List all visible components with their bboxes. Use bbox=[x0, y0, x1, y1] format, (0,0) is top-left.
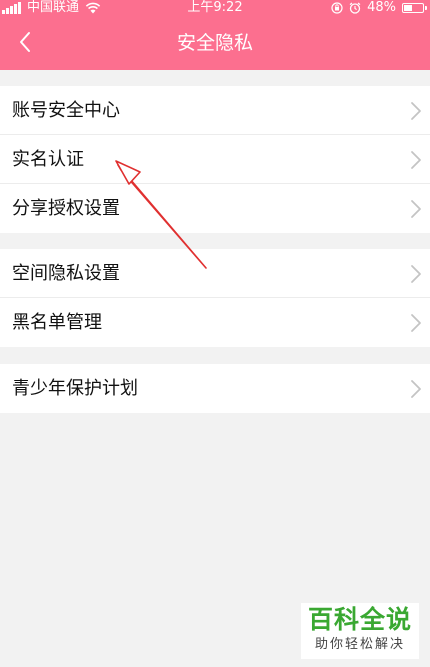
chevron-right-icon bbox=[411, 265, 421, 283]
watermark-logo: 百科全说 助你轻松解决 bbox=[301, 603, 419, 659]
chevron-right-icon bbox=[411, 314, 421, 332]
chevron-right-icon bbox=[411, 380, 421, 398]
orientation-lock-icon bbox=[331, 2, 343, 14]
menu-item-label: 实名认证 bbox=[12, 149, 84, 170]
chevron-right-icon bbox=[411, 200, 421, 218]
menu-item-label: 黑名单管理 bbox=[12, 312, 102, 333]
settings-group-youth: 青少年保护计划 bbox=[0, 364, 430, 413]
menu-item-share-authorization[interactable]: 分享授权设置 bbox=[0, 184, 430, 233]
status-bar: 中国联通 上午9:22 48% bbox=[0, 0, 430, 16]
status-right: 48% bbox=[331, 0, 427, 16]
menu-item-blacklist[interactable]: 黑名单管理 bbox=[0, 298, 430, 347]
settings-group-account: 账号安全中心 实名认证 分享授权设置 bbox=[0, 86, 430, 233]
header-bar: 中国联通 上午9:22 48% 安全隐私 bbox=[0, 0, 430, 70]
menu-item-youth-protection[interactable]: 青少年保护计划 bbox=[0, 364, 430, 413]
menu-item-label: 分享授权设置 bbox=[12, 198, 120, 219]
menu-item-label: 账号安全中心 bbox=[12, 100, 120, 121]
settings-group-privacy: 空间隐私设置 黑名单管理 bbox=[0, 249, 430, 347]
battery-percent: 48% bbox=[367, 0, 396, 15]
chevron-right-icon bbox=[411, 151, 421, 169]
nav-bar: 安全隐私 bbox=[0, 16, 430, 70]
menu-item-real-name-verification[interactable]: 实名认证 bbox=[0, 135, 430, 184]
watermark-subtitle: 助你轻松解决 bbox=[314, 637, 405, 652]
battery-icon bbox=[402, 3, 427, 13]
battery-level bbox=[404, 5, 413, 11]
page-title: 安全隐私 bbox=[176, 32, 253, 54]
menu-item-label: 青少年保护计划 bbox=[12, 378, 138, 399]
menu-item-account-security[interactable]: 账号安全中心 bbox=[0, 86, 430, 135]
menu-item-space-privacy[interactable]: 空间隐私设置 bbox=[0, 249, 430, 298]
watermark-title: 百科全说 bbox=[307, 605, 412, 634]
chevron-right-icon bbox=[411, 102, 421, 120]
alarm-icon bbox=[349, 2, 361, 14]
menu-item-label: 空间隐私设置 bbox=[12, 263, 120, 284]
